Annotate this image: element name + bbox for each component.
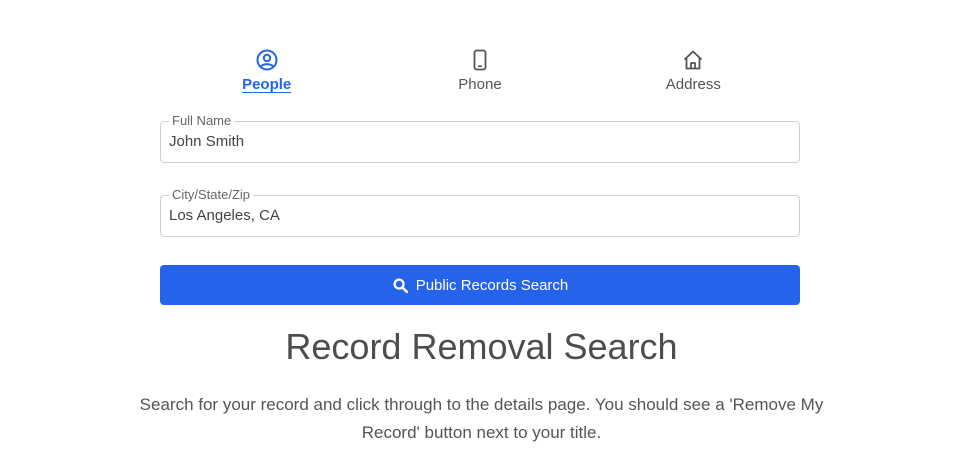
tab-address-label: Address — [665, 76, 721, 93]
location-field: City/State/Zip — [160, 187, 800, 237]
search-icon — [393, 277, 408, 293]
tab-phone-label: Phone — [458, 76, 502, 93]
tab-address[interactable]: Address — [587, 48, 800, 98]
page: People Phone Address Full Name City/Stat… — [0, 0, 963, 467]
public-records-search-button[interactable]: Public Records Search — [160, 265, 800, 305]
location-label: City/State/Zip — [169, 187, 254, 203]
mobile-phone-icon — [473, 49, 487, 71]
tab-people-label: People — [242, 76, 292, 93]
location-input[interactable] — [169, 207, 769, 224]
full-name-field: Full Name — [160, 113, 800, 163]
tab-people[interactable]: People — [160, 48, 373, 98]
search-type-tabs: People Phone Address — [160, 48, 800, 98]
page-description: Search for your record and click through… — [139, 395, 824, 442]
user-circle-icon — [256, 49, 278, 71]
page-title: Record Removal Search — [285, 326, 678, 367]
search-button-label: Public Records Search — [415, 276, 569, 294]
full-name-input[interactable] — [169, 133, 769, 150]
tab-phone[interactable]: Phone — [373, 48, 586, 98]
home-icon — [684, 50, 703, 70]
full-name-label: Full Name — [169, 113, 235, 129]
